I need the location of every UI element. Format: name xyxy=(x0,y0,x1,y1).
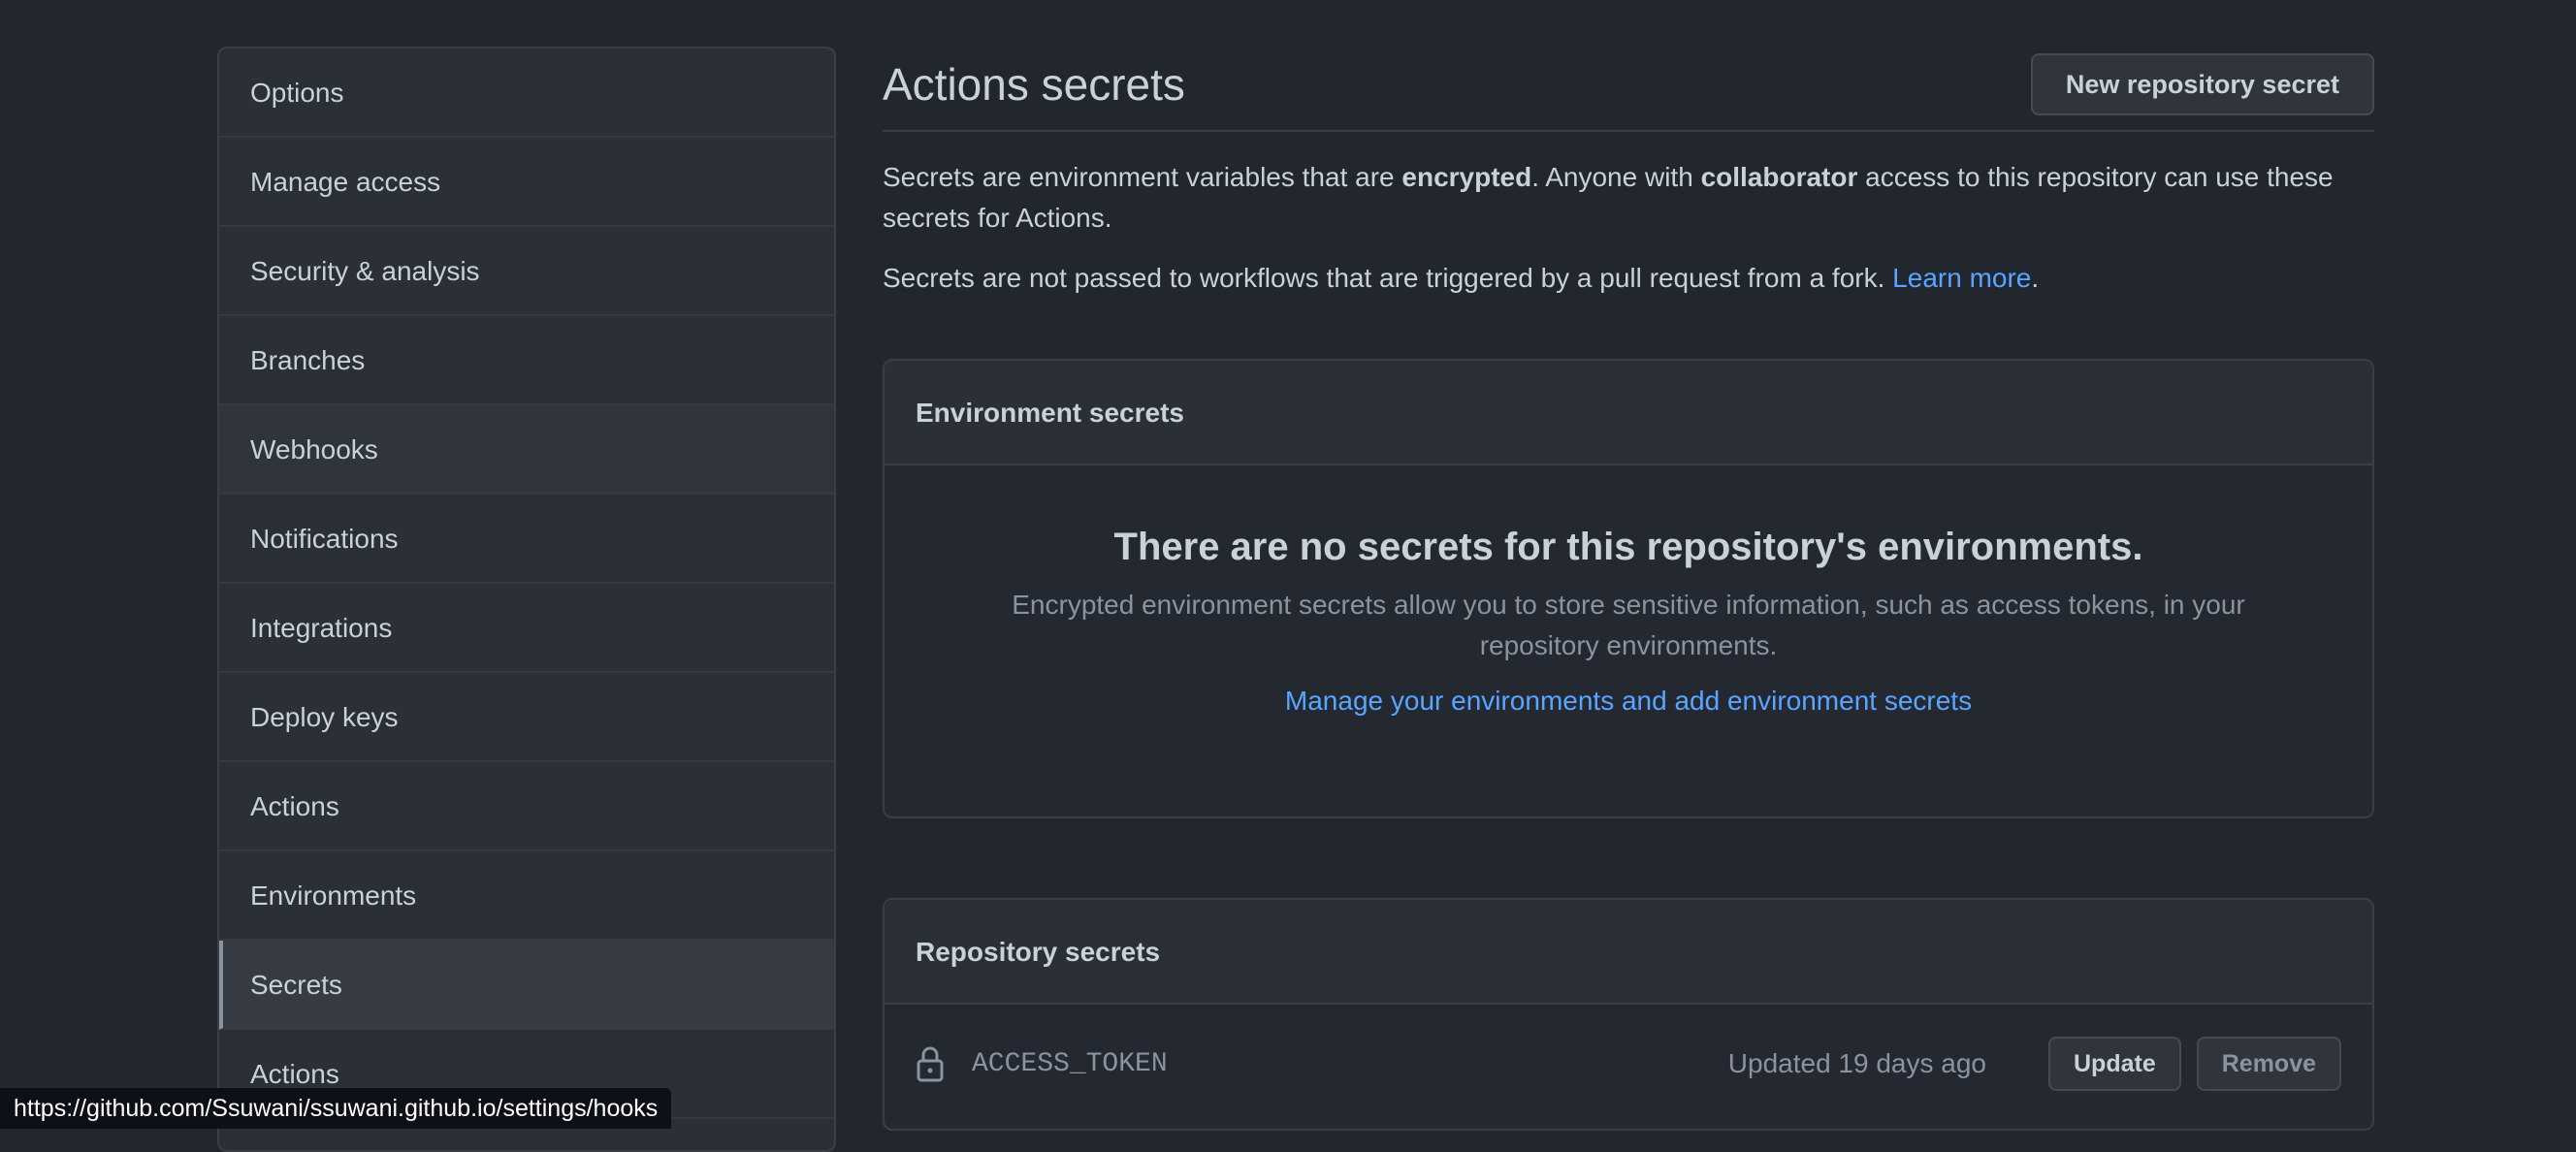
fork-note: Secrets are not passed to workflows that… xyxy=(883,258,2374,299)
repository-secrets-box: Repository secrets ACCESS_TOKEN Updated … xyxy=(883,898,2374,1131)
manage-environments-link[interactable]: Manage your environments and add environ… xyxy=(885,686,2372,717)
main-content: Actions secrets New repository secret Se… xyxy=(883,47,2374,1131)
settings-sidebar: Options Manage access Security & analysi… xyxy=(217,47,836,1152)
secret-row: ACCESS_TOKEN Updated 19 days ago Update … xyxy=(885,1005,2372,1123)
sidebar-item-manage-access[interactable]: Manage access xyxy=(219,138,834,227)
environment-secrets-blankslate: There are no secrets for this repository… xyxy=(885,465,2372,717)
secret-updated-time: Updated 19 days ago xyxy=(1727,1048,1986,1078)
sidebar-item-integrations[interactable]: Integrations xyxy=(219,584,834,673)
desc-text-2: . Anyone with xyxy=(1531,162,1701,192)
link-preview-statusbar: https://github.com/Ssuwani/ssuwani.githu… xyxy=(0,1088,672,1129)
sidebar-item-actions[interactable]: Actions xyxy=(219,762,834,851)
update-secret-button[interactable]: Update xyxy=(2048,1037,2181,1091)
sidebar-item-secrets[interactable]: Secrets xyxy=(219,941,834,1030)
secret-name: ACCESS_TOKEN xyxy=(972,1048,1168,1079)
new-repository-secret-button[interactable]: New repository secret xyxy=(2030,53,2374,115)
environment-secrets-header: Environment secrets xyxy=(885,361,2372,465)
desc-text-1: Secrets are environment variables that a… xyxy=(883,162,1402,192)
sidebar-item-options[interactable]: Options xyxy=(219,48,834,138)
learn-more-link[interactable]: Learn more xyxy=(1892,263,2031,293)
blankslate-text: Encrypted environment secrets allow you … xyxy=(1012,590,2245,660)
sidebar-item-environments[interactable]: Environments xyxy=(219,851,834,941)
fork-note-end: . xyxy=(2031,263,2040,293)
fork-note-text: Secrets are not passed to workflows that… xyxy=(883,263,1893,293)
repository-secrets-header: Repository secrets xyxy=(885,900,2372,1005)
sidebar-item-security-analysis[interactable]: Security & analysis xyxy=(219,227,834,316)
sidebar-item-deploy-keys[interactable]: Deploy keys xyxy=(219,673,834,762)
desc-collaborator: collaborator xyxy=(1700,162,1858,192)
remove-secret-button[interactable]: Remove xyxy=(2196,1037,2341,1091)
sidebar-item-webhooks[interactable]: Webhooks xyxy=(219,405,834,495)
blankslate-title: There are no secrets for this repository… xyxy=(1113,526,2143,568)
page-header: Actions secrets New repository secret xyxy=(883,47,2374,132)
desc-encrypted: encrypted xyxy=(1401,162,1532,192)
sidebar-item-notifications[interactable]: Notifications xyxy=(219,495,834,584)
sidebar-item-branches[interactable]: Branches xyxy=(219,316,834,405)
secrets-description: Secrets are environment variables that a… xyxy=(883,157,2374,239)
lock-icon xyxy=(917,1046,944,1082)
environment-secrets-box: Environment secrets There are no secrets… xyxy=(883,359,2374,818)
page-title: Actions secrets xyxy=(883,59,1185,110)
